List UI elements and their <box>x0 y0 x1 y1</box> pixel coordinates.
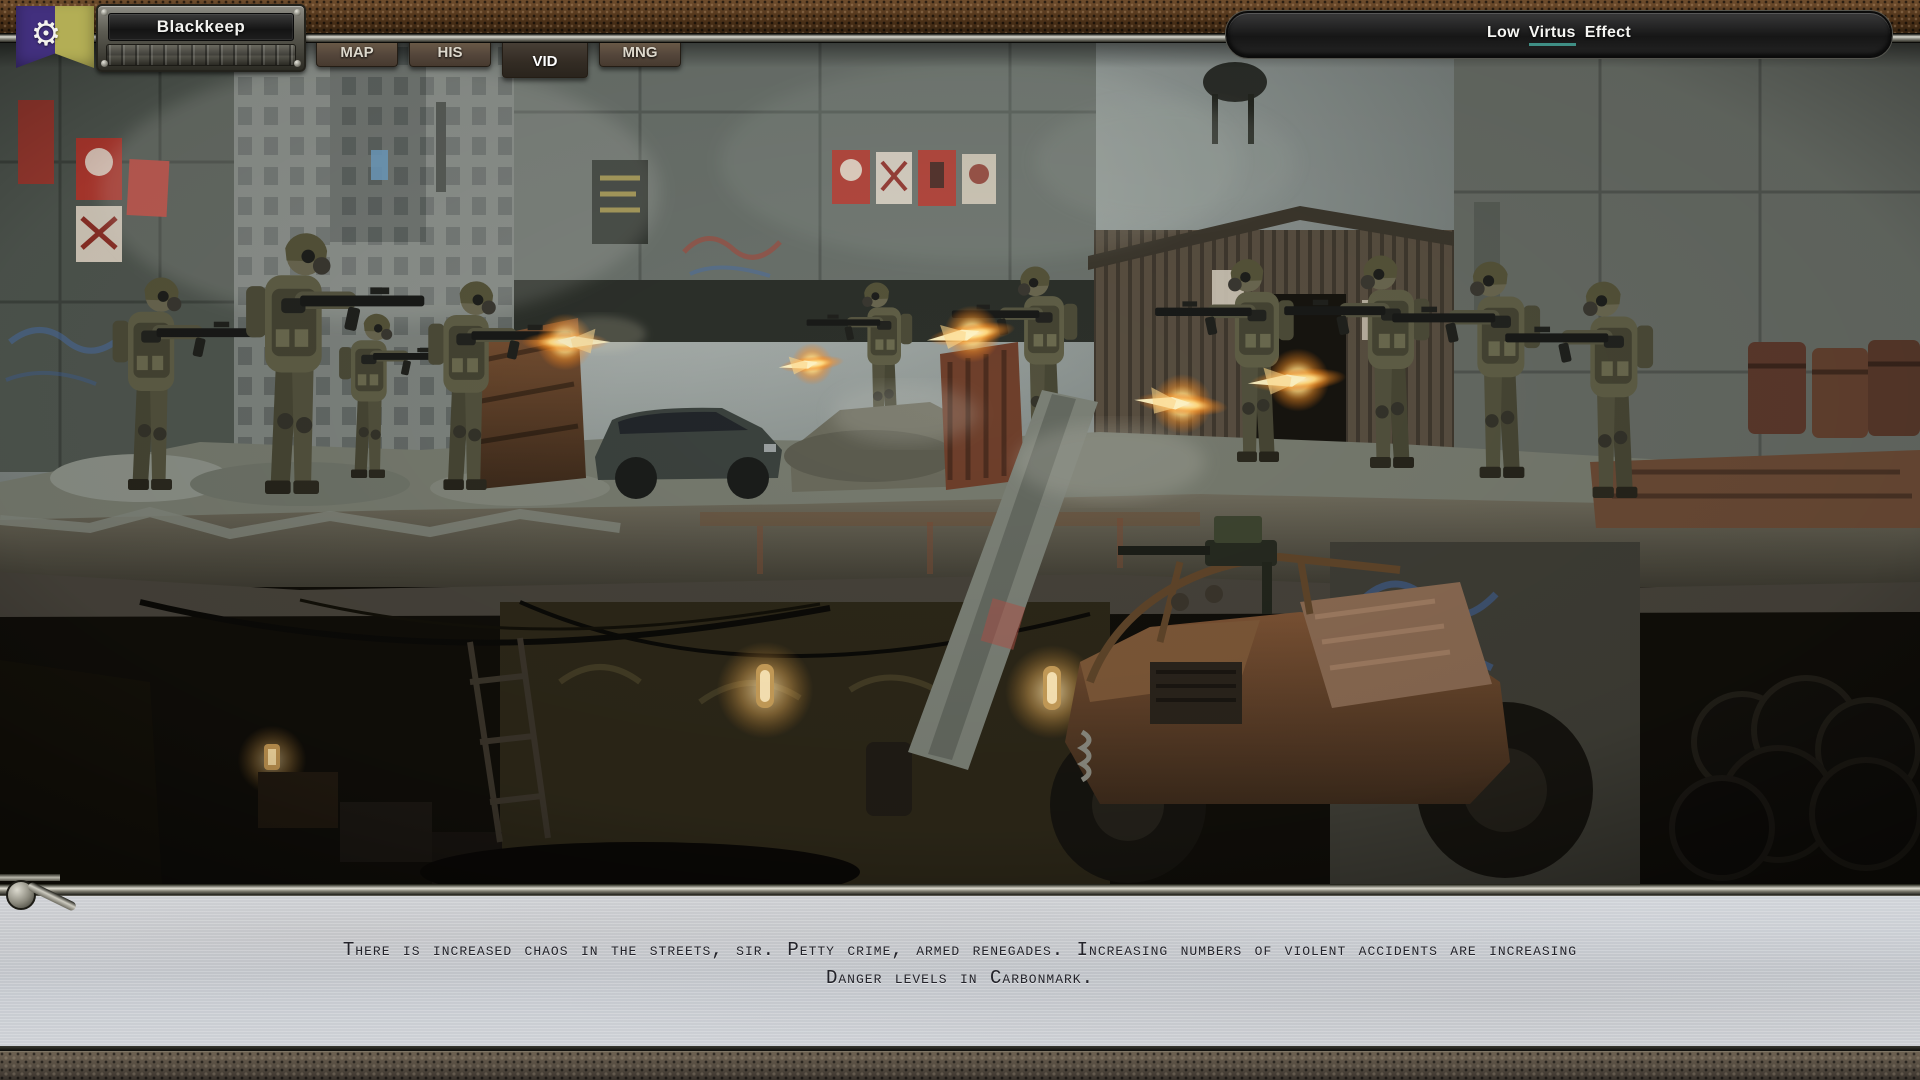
plate-machinery-decor <box>106 44 296 66</box>
status-effect-banner[interactable]: Low Virtus Effect <box>1226 11 1892 58</box>
rivet-icon <box>101 60 108 67</box>
status-effect-highlight: Virtus <box>1529 24 1576 46</box>
bottom-mesh-strip <box>0 1051 1920 1080</box>
tab-mng[interactable]: MNG <box>599 40 681 67</box>
rivet-icon <box>294 60 301 67</box>
bracket-arm <box>0 874 60 881</box>
rivet-icon <box>101 9 108 16</box>
settlement-name: Blackkeep <box>108 13 294 41</box>
settlement-plate: Blackkeep <box>96 4 306 72</box>
game-screen: Blackkeep ⚙ MAP HIS VID MNG Low Virtus E… <box>0 0 1920 1080</box>
advisor-message-text: There is increased chaos in the streets,… <box>335 936 1585 992</box>
advisor-message-panel: There is increased chaos in the streets,… <box>0 884 1920 1046</box>
tab-his[interactable]: HIS <box>409 40 491 67</box>
rivet-icon <box>294 9 301 16</box>
scene-illustration <box>0 42 1920 884</box>
status-effect-label: Low Virtus Effect <box>1487 24 1631 46</box>
tab-vid[interactable]: VID <box>502 40 588 78</box>
panel-left-bracket <box>0 874 86 920</box>
view-tabs: MAP HIS VID MNG <box>316 40 681 78</box>
status-effect-suffix: Effect <box>1585 24 1631 46</box>
tab-map[interactable]: MAP <box>316 40 398 67</box>
panel-top-pipe <box>0 884 1920 896</box>
gear-icon: ⚙ <box>26 14 66 54</box>
status-effect-prefix: Low <box>1487 24 1520 46</box>
